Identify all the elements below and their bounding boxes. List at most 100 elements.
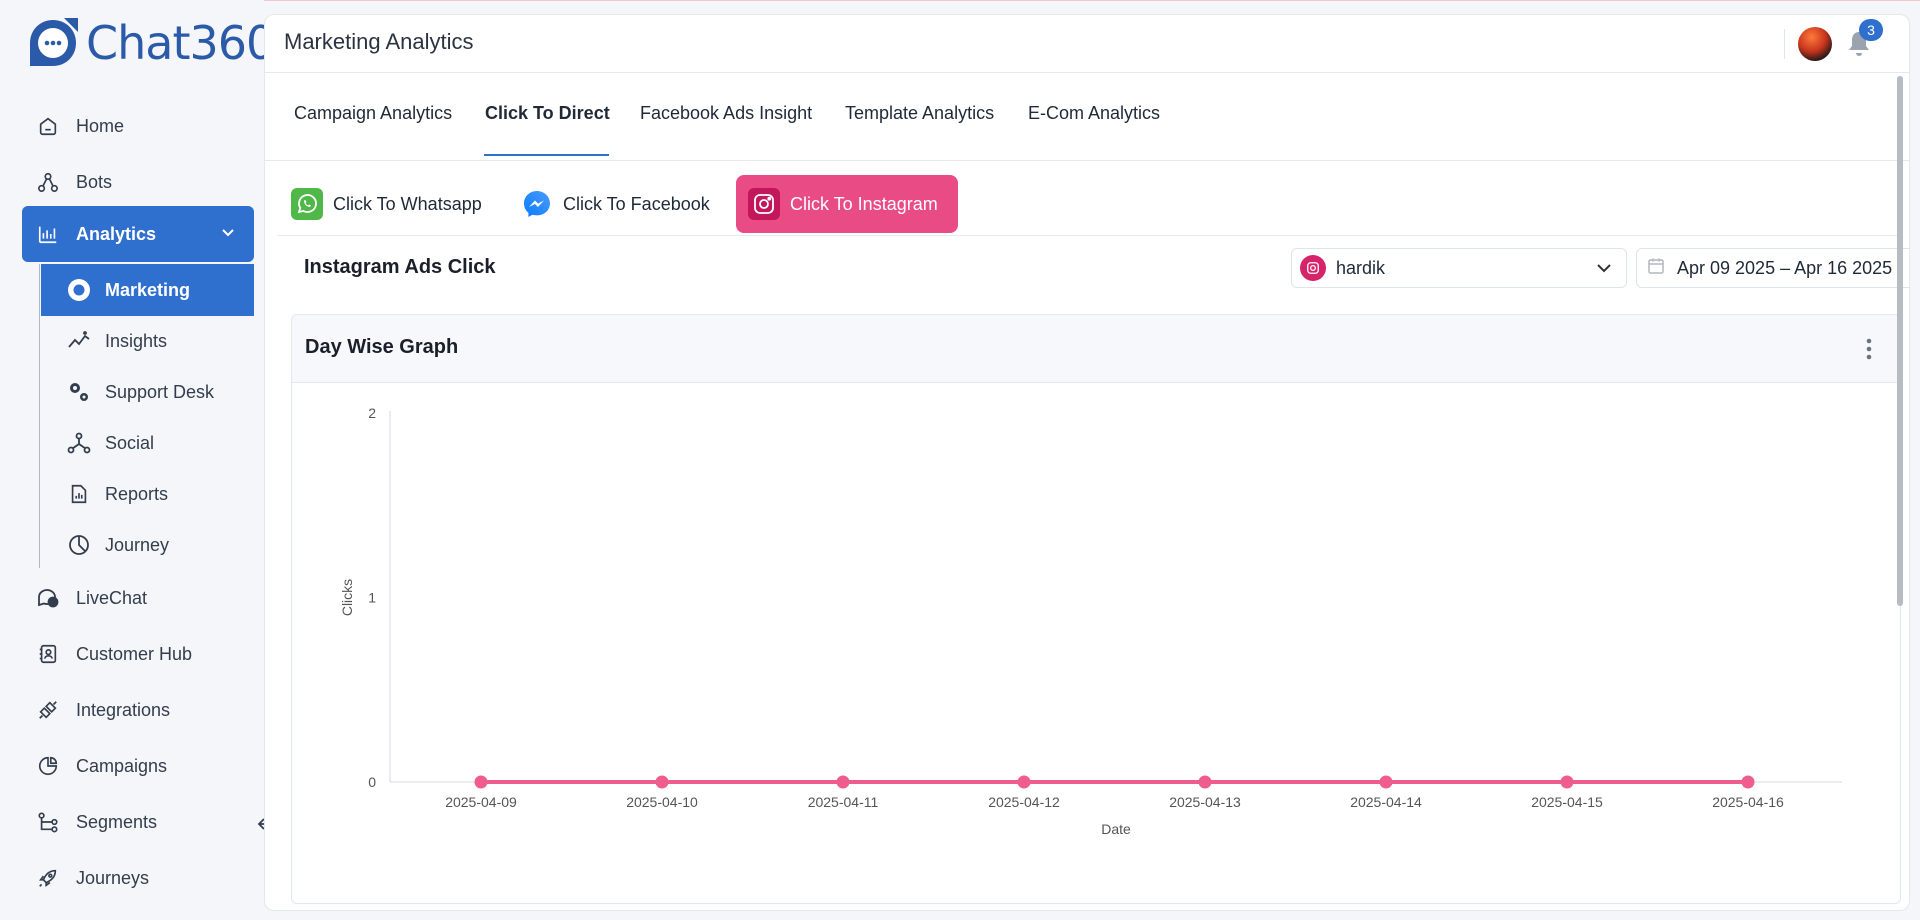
- tab-e-com-analytics[interactable]: E-Com Analytics: [1028, 103, 1160, 133]
- chevron-down-icon: [220, 224, 236, 245]
- day-wise-graph-card: Day Wise Graph 0 1 2 2025-04-09 2025-04-10 20…: [291, 314, 1901, 904]
- instagram-icon: [748, 188, 780, 220]
- sidebar-item-label: Customer Hub: [76, 643, 193, 664]
- data-point: [1379, 775, 1393, 789]
- subtab-label: Click To Whatsapp: [333, 193, 482, 214]
- account-select-value: hardik: [1336, 257, 1386, 278]
- subtab-label: Click To Facebook: [563, 193, 710, 214]
- sidebar-item-label: Integrations: [76, 699, 171, 720]
- sidebar-subitem-label: Insights: [105, 330, 168, 351]
- gears-icon: [67, 380, 91, 404]
- logo-text: Chat360: [86, 16, 275, 70]
- sidebar-item-label: Bots: [76, 171, 113, 192]
- x-tick-label: 2025-04-15: [1531, 794, 1603, 810]
- x-axis-label: Date: [1101, 821, 1131, 837]
- tab-campaign-analytics[interactable]: Campaign Analytics: [294, 103, 452, 133]
- chat-logo-icon: [30, 18, 78, 66]
- line-chart: 0 1 2 2025-04-09 2025-04-10 2025-04-11 2025-04…: [339, 405, 1842, 837]
- data-point: [1741, 775, 1755, 789]
- sidebar-subitem-label: Marketing: [105, 279, 191, 300]
- chevron-down-icon: [1594, 258, 1614, 283]
- livechat-icon: [36, 586, 60, 610]
- sidebar-item-segments[interactable]: Segments: [22, 794, 254, 850]
- marketing-icon: [67, 278, 91, 302]
- date-range-value: Apr 09 2025 – Apr 16 2025: [1677, 257, 1893, 278]
- segments-icon: [36, 810, 60, 834]
- header-divider: [1784, 29, 1785, 59]
- active-tab-indicator: [484, 154, 609, 156]
- sidebar-subitem-label: Social: [105, 432, 155, 453]
- sidebar-item-bots[interactable]: Bots: [22, 154, 254, 210]
- page-title: Marketing Analytics: [284, 29, 474, 54]
- sidebar-item-label: Segments: [76, 811, 158, 832]
- sidebar-subitem-insights[interactable]: Insights: [41, 315, 254, 367]
- analytics-icon: [36, 222, 60, 246]
- campaigns-icon: [36, 754, 60, 778]
- channel-subtabs: Click To Whatsapp Click To Facebook Clic…: [277, 161, 1897, 236]
- pie-chart-icon: [67, 533, 91, 557]
- sidebar-item-livechat[interactable]: LiveChat: [22, 570, 254, 626]
- x-tick-label: 2025-04-10: [626, 794, 698, 810]
- sidebar-item-journeys[interactable]: Journeys: [22, 850, 254, 906]
- sidebar-item-label: Journeys: [76, 867, 150, 888]
- x-tick-label: 2025-04-14: [1350, 794, 1422, 810]
- main-panel: Marketing Analytics 3 Campaign Analytics…: [264, 14, 1910, 911]
- header: Marketing Analytics 3: [265, 15, 1909, 73]
- customer-hub-icon: [36, 642, 60, 666]
- data-point: [836, 775, 850, 789]
- sidebar-item-integrations[interactable]: Integrations: [22, 682, 254, 738]
- data-point: [655, 775, 669, 789]
- logo[interactable]: Chat360: [26, 16, 275, 70]
- data-point: [474, 775, 488, 789]
- top-accent-line: [0, 0, 1920, 1]
- data-point: [1198, 775, 1212, 789]
- insights-icon: [67, 329, 91, 353]
- home-icon: [36, 114, 60, 138]
- social-icon: [67, 431, 91, 455]
- y-axis-label: Clicks: [339, 579, 355, 616]
- calendar-icon: [1647, 257, 1665, 280]
- bots-icon: [36, 170, 60, 194]
- tab-click-to-direct[interactable]: Click To Direct: [485, 103, 610, 133]
- y-tick-label: 1: [368, 590, 376, 606]
- account-select[interactable]: hardik: [1291, 248, 1627, 288]
- sidebar-item-home[interactable]: Home: [22, 98, 254, 154]
- sidebar-subitem-reports[interactable]: Reports: [41, 468, 254, 520]
- x-tick-label: 2025-04-13: [1169, 794, 1241, 810]
- sidebar: Chat360 Home Bots Analytics LiveChat Cus…: [0, 0, 275, 920]
- analytics-subnav: Marketing Insights Support Desk Social R…: [39, 264, 254, 568]
- sidebar-item-customer-hub[interactable]: Customer Hub: [22, 626, 254, 682]
- y-tick-label: 0: [368, 774, 376, 790]
- more-options-button[interactable]: [1864, 337, 1874, 361]
- y-tick-label: 2: [368, 405, 376, 421]
- notification-count-badge: 3: [1859, 19, 1883, 41]
- rocket-icon: [36, 866, 60, 890]
- section-title: Instagram Ads Click: [304, 256, 496, 278]
- date-range-picker[interactable]: Apr 09 2025 – Apr 16 2025: [1636, 248, 1909, 288]
- subtab-click-to-instagram[interactable]: Click To Instagram: [736, 175, 958, 233]
- tab-facebook-ads-insight[interactable]: Facebook Ads Insight: [640, 103, 812, 133]
- instagram-icon: [1300, 255, 1326, 281]
- sidebar-subitem-marketing[interactable]: Marketing: [41, 264, 254, 316]
- whatsapp-icon: [291, 188, 323, 220]
- x-tick-label: 2025-04-09: [445, 794, 517, 810]
- tab-template-analytics[interactable]: Template Analytics: [845, 103, 994, 133]
- x-tick-label: 2025-04-11: [808, 794, 879, 810]
- subtab-label: Click To Instagram: [790, 193, 938, 214]
- sidebar-item-label: LiveChat: [76, 587, 148, 608]
- sidebar-subitem-support-desk[interactable]: Support Desk: [41, 366, 254, 418]
- reports-icon: [67, 482, 91, 506]
- sidebar-item-campaigns[interactable]: Campaigns: [22, 738, 254, 794]
- sidebar-subitem-label: Reports: [105, 483, 169, 504]
- x-tick-label: 2025-04-12: [988, 794, 1060, 810]
- sidebar-subitem-social[interactable]: Social: [41, 417, 254, 469]
- x-tick-label: 2025-04-16: [1712, 794, 1784, 810]
- scrollbar-thumb[interactable]: [1897, 76, 1903, 606]
- integrations-icon: [36, 698, 60, 722]
- sidebar-subitem-journey[interactable]: Journey: [41, 519, 254, 571]
- sidebar-item-analytics[interactable]: Analytics: [22, 206, 254, 262]
- avatar[interactable]: [1798, 27, 1832, 61]
- subtab-click-to-facebook[interactable]: Click To Facebook: [509, 175, 722, 233]
- subtab-click-to-whatsapp[interactable]: Click To Whatsapp: [279, 175, 494, 233]
- data-point: [1560, 775, 1574, 789]
